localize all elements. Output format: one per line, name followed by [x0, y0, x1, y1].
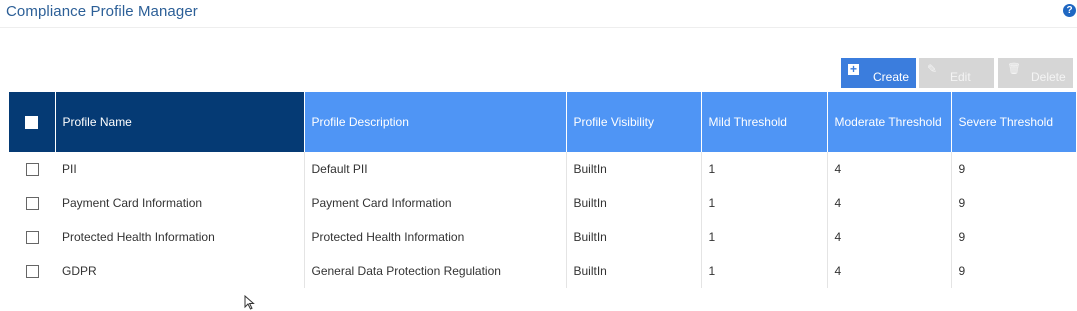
moderate-threshold-cell: 4 [826, 220, 951, 254]
edit-button[interactable]: ✎ Edit [919, 58, 994, 88]
table-row[interactable]: Payment Card Information Payment Card In… [9, 186, 1076, 220]
profile-description-cell: Protected Health Information [303, 220, 566, 254]
edit-button-label: Edit [950, 70, 971, 84]
row-select-cell [9, 186, 55, 220]
row-select-cell [9, 220, 55, 254]
column-header-mild-threshold[interactable]: Mild Threshold [700, 92, 827, 152]
moderate-threshold-cell: 4 [826, 254, 951, 288]
table-row[interactable]: Protected Health Information Protected H… [9, 220, 1076, 254]
select-all-checkbox[interactable] [25, 116, 39, 130]
table-row[interactable]: PII Default PII BuiltIn 1 4 9 [9, 152, 1076, 186]
title-divider [0, 27, 1077, 28]
severe-threshold-cell: 9 [950, 220, 1076, 254]
profile-description-cell: Default PII [303, 152, 566, 186]
create-button[interactable]: + Create [841, 58, 916, 88]
row-checkbox[interactable] [25, 231, 39, 245]
column-header-profile-visibility[interactable]: Profile Visibility [565, 92, 701, 152]
mouse-cursor-icon [244, 295, 255, 310]
profile-visibility-cell: BuiltIn [565, 186, 701, 220]
column-header-profile-description[interactable]: Profile Description [303, 92, 566, 152]
profile-name-cell: Payment Card Information [62, 196, 203, 210]
create-button-label: Create [873, 70, 910, 84]
delete-button[interactable]: 🗑 Delete [998, 58, 1073, 88]
mild-threshold-cell: 1 [700, 254, 827, 288]
row-checkbox[interactable] [25, 265, 39, 279]
delete-button-label: Delete [1031, 70, 1066, 84]
profile-description-cell: Payment Card Information [303, 186, 566, 220]
row-checkbox[interactable] [25, 197, 39, 211]
plus-square-icon: + [848, 62, 859, 76]
table-row[interactable]: GDPR General Data Protection Regulation … [9, 254, 1076, 288]
moderate-threshold-cell: 4 [826, 152, 951, 186]
moderate-threshold-cell: 4 [826, 186, 951, 220]
profile-visibility-cell: BuiltIn [565, 152, 701, 186]
profile-name-cell: GDPR [62, 264, 97, 278]
severe-threshold-cell: 9 [950, 186, 1076, 220]
profile-name-cell: PII [62, 162, 77, 176]
help-icon[interactable]: ? [1063, 4, 1076, 17]
row-select-cell [9, 152, 55, 186]
profile-visibility-cell: BuiltIn [565, 220, 701, 254]
profile-description-cell: General Data Protection Regulation [303, 254, 566, 288]
profile-visibility-cell: BuiltIn [565, 254, 701, 288]
severe-threshold-cell: 9 [950, 254, 1076, 288]
select-all-header [9, 92, 55, 152]
profiles-table: Profile Name Profile Description Profile… [9, 92, 1076, 288]
row-checkbox[interactable] [25, 163, 39, 177]
mild-threshold-cell: 1 [700, 152, 827, 186]
profile-name-cell: Protected Health Information [62, 230, 215, 244]
trash-icon: 🗑 [1007, 63, 1021, 75]
table-header-row: Profile Name Profile Description Profile… [9, 92, 1076, 152]
mild-threshold-cell: 1 [700, 220, 827, 254]
column-header-moderate-threshold[interactable]: Moderate Threshold [826, 92, 951, 152]
column-header-severe-threshold[interactable]: Severe Threshold [950, 92, 1076, 152]
pencil-icon: ✎ [927, 62, 938, 76]
mild-threshold-cell: 1 [700, 186, 827, 220]
severe-threshold-cell: 9 [950, 152, 1076, 186]
column-header-profile-name[interactable]: Profile Name [54, 92, 304, 152]
page-title: Compliance Profile Manager [6, 3, 198, 20]
row-select-cell [9, 254, 55, 288]
